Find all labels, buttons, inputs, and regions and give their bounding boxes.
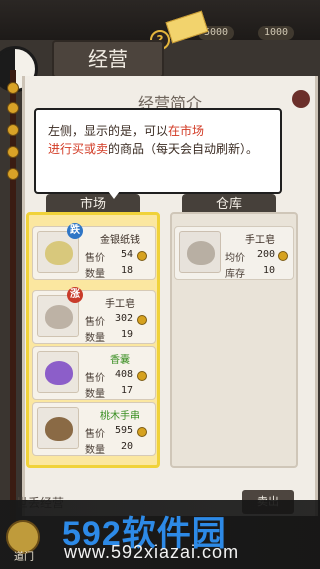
page-title: 经营 — [52, 40, 164, 78]
price-up-badge: 涨 — [67, 287, 83, 303]
bead-icon — [7, 124, 19, 136]
price-down-badge: 跌 — [67, 223, 83, 239]
brand-url: www.592xiazai.com — [64, 542, 240, 562]
market-item[interactable]: 涨 手工皂 售价 302 数量 19 — [32, 287, 156, 344]
soap-icon — [187, 241, 215, 265]
coin-icon — [137, 251, 147, 261]
market-item[interactable]: 香囊 售价 408 数量 17 — [32, 346, 156, 400]
price-value: 54 — [120, 249, 133, 260]
price-label: 售价 — [85, 429, 105, 440]
price-value: 408 — [114, 369, 133, 380]
average-price-value: 200 — [256, 249, 275, 260]
soap-icon — [45, 305, 73, 329]
price-value: 595 — [114, 425, 133, 436]
left-scroll-rod — [10, 70, 16, 550]
coin-icon — [137, 371, 147, 381]
bead-icon — [7, 82, 19, 94]
price-label: 售价 — [85, 253, 105, 264]
item-name: 桃木手串 — [100, 411, 140, 422]
coin-counter-2: 1000 — [258, 26, 295, 40]
quantity-label: 数量 — [85, 333, 105, 344]
item-name: 香囊 — [110, 355, 130, 366]
market-item[interactable]: 桃木手串 售价 595 数量 20 — [32, 402, 156, 456]
quantity-value: 20 — [120, 441, 133, 452]
bottom-left-text: 道门 — [14, 552, 34, 563]
price-label: 售价 — [85, 373, 105, 384]
quantity-value: 19 — [120, 329, 133, 340]
coin-icon — [137, 427, 147, 437]
item-thumbnail — [37, 351, 79, 393]
bracelet-icon — [45, 417, 73, 441]
quantity-label: 数量 — [85, 269, 105, 280]
tassel-icon — [292, 90, 310, 108]
item-thumbnail — [179, 231, 221, 273]
quantity-label: 数量 — [85, 445, 105, 456]
average-price-label: 均价 — [225, 253, 245, 264]
price-label: 售价 — [85, 317, 105, 328]
tooltip-text-prefix: 左侧，显示的是，可以 — [48, 124, 169, 138]
tooltip-highlight-2: 进行买或卖 — [48, 142, 109, 156]
item-name: 手工皂 — [245, 235, 275, 246]
coin-icon — [278, 251, 288, 261]
tooltip-highlight-1: 在市场 — [168, 124, 205, 138]
quantity-value: 18 — [120, 265, 133, 276]
sachet-icon — [45, 361, 73, 385]
price-value: 302 — [114, 313, 133, 324]
bead-icon — [7, 102, 19, 114]
tooltip-text-suffix: 的商品（每天会自动刷新）。 — [108, 142, 259, 156]
item-name: 金银纸钱 — [100, 235, 140, 246]
bead-icon — [7, 146, 19, 158]
quantity-label: 数量 — [85, 389, 105, 400]
stock-label: 库存 — [225, 269, 245, 280]
tooltip: 左侧，显示的是，可以在市场 进行买或卖的商品（每天会自动刷新）。 — [34, 108, 282, 202]
market-item[interactable]: 跌 金银纸钱 售价 54 数量 18 — [32, 223, 156, 280]
stock-value: 10 — [262, 265, 275, 276]
bead-icon — [7, 168, 19, 180]
quantity-value: 17 — [120, 385, 133, 396]
coin-icon — [137, 315, 147, 325]
warehouse-item[interactable]: 手工皂 均价 200 库存 10 — [174, 226, 294, 280]
item-thumbnail — [37, 407, 79, 449]
paper-money-icon — [45, 241, 73, 265]
item-name: 手工皂 — [105, 299, 135, 310]
